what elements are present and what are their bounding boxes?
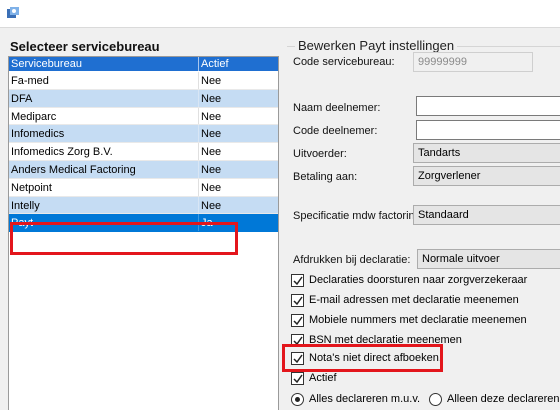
settings-title: Bewerken Payt instellingen (295, 38, 458, 53)
code-servicebureau-label: Code servicebureau: (293, 56, 395, 68)
row-actief: Nee (201, 199, 222, 212)
highlight-box-payt-row (10, 222, 238, 255)
code-servicebureau-field: 99999999 (413, 52, 533, 72)
table-row[interactable]: Netpoint Nee (9, 178, 278, 197)
naam-deelnemer-label: Naam deelnemer: (293, 102, 381, 114)
betaling-label: Betaling aan: (293, 171, 358, 183)
radio-label: Alles declareren m.u.v. (309, 393, 421, 405)
checkmark-icon (293, 374, 303, 384)
uitvoerder-dropdown[interactable]: Tandarts (413, 143, 560, 163)
checkmark-icon (293, 316, 303, 326)
row-name: Netpoint (11, 181, 52, 194)
app-icon (7, 7, 19, 18)
checkbox-box[interactable] (291, 294, 304, 307)
row-actief: Nee (201, 110, 222, 123)
specificatie-label: Specificatie mdw factoring: (293, 210, 424, 222)
radio-circle[interactable] (429, 393, 442, 406)
table-row[interactable]: Fa-med Nee (9, 72, 278, 90)
checkbox-box[interactable] (291, 372, 304, 385)
afdrukken-label: Afdrukken bij declaratie: (293, 254, 411, 266)
betaling-dropdown[interactable]: Zorgverlener (413, 166, 560, 186)
row-name: Intelly (11, 199, 40, 212)
checkbox-box[interactable] (291, 314, 304, 327)
column-header-servicebureau[interactable]: Servicebureau (11, 58, 82, 70)
row-actief: Nee (201, 128, 222, 141)
checkbox-label: Declaraties doorsturen naar zorgverzeker… (309, 274, 528, 286)
table-row[interactable]: Mediparc Nee (9, 107, 278, 126)
row-name: Infomedics Zorg B.V. (11, 146, 113, 159)
row-actief: Nee (201, 163, 222, 176)
checkbox-box[interactable] (291, 274, 304, 287)
grid-header: Servicebureau Actief (9, 57, 278, 71)
row-name: Fa-med (11, 75, 49, 87)
table-row[interactable]: Infomedics Nee (9, 125, 278, 144)
column-header-actief[interactable]: Actief (201, 58, 229, 70)
uitvoerder-label: Uitvoerder: (293, 148, 347, 160)
row-actief: Nee (201, 92, 222, 105)
panel-title: Selecteer servicebureau (10, 39, 160, 54)
checkmark-icon (293, 296, 303, 306)
row-name: Anders Medical Factoring (11, 163, 136, 176)
specificatie-dropdown[interactable]: Standaard (413, 205, 560, 225)
naam-deelnemer-field[interactable] (416, 96, 560, 116)
checkbox-label: Mobiele nummers met declaratie meenemen (309, 314, 527, 326)
afdrukken-dropdown[interactable]: Normale uitvoer (417, 249, 560, 269)
title-bar (0, 0, 560, 28)
row-name: Infomedics (11, 128, 65, 141)
code-deelnemer-label: Code deelnemer: (293, 125, 378, 137)
radio-circle[interactable] (291, 393, 304, 406)
table-row[interactable]: Intelly Nee (9, 196, 278, 215)
radio-alleen-deze[interactable]: Alleen deze declareren (429, 393, 560, 407)
radio-alles-declareren[interactable]: Alles declareren m.u.v. (291, 393, 431, 407)
radio-label: Alleen deze declareren (447, 393, 560, 405)
code-deelnemer-field[interactable] (416, 120, 560, 140)
table-row[interactable]: Anders Medical Factoring Nee (9, 160, 278, 179)
row-actief: Nee (201, 75, 222, 87)
row-name: Mediparc (11, 110, 57, 123)
checkmark-icon (293, 276, 303, 286)
row-actief: Nee (201, 146, 222, 159)
grid-rows: Fa-med Nee DFA Nee Mediparc Nee Infomedics N… (9, 72, 278, 233)
checkbox-label: E-mail adressen met declaratie meenemen (309, 294, 519, 306)
table-row[interactable]: Infomedics Zorg B.V. Nee (9, 143, 278, 161)
table-row[interactable]: DFA Nee (9, 89, 278, 108)
row-actief: Nee (201, 181, 222, 194)
checkbox-label: Actief (309, 372, 337, 384)
row-name: DFA (11, 92, 33, 105)
radio-dot (295, 397, 300, 402)
highlight-box-nota-checkbox (282, 344, 443, 372)
